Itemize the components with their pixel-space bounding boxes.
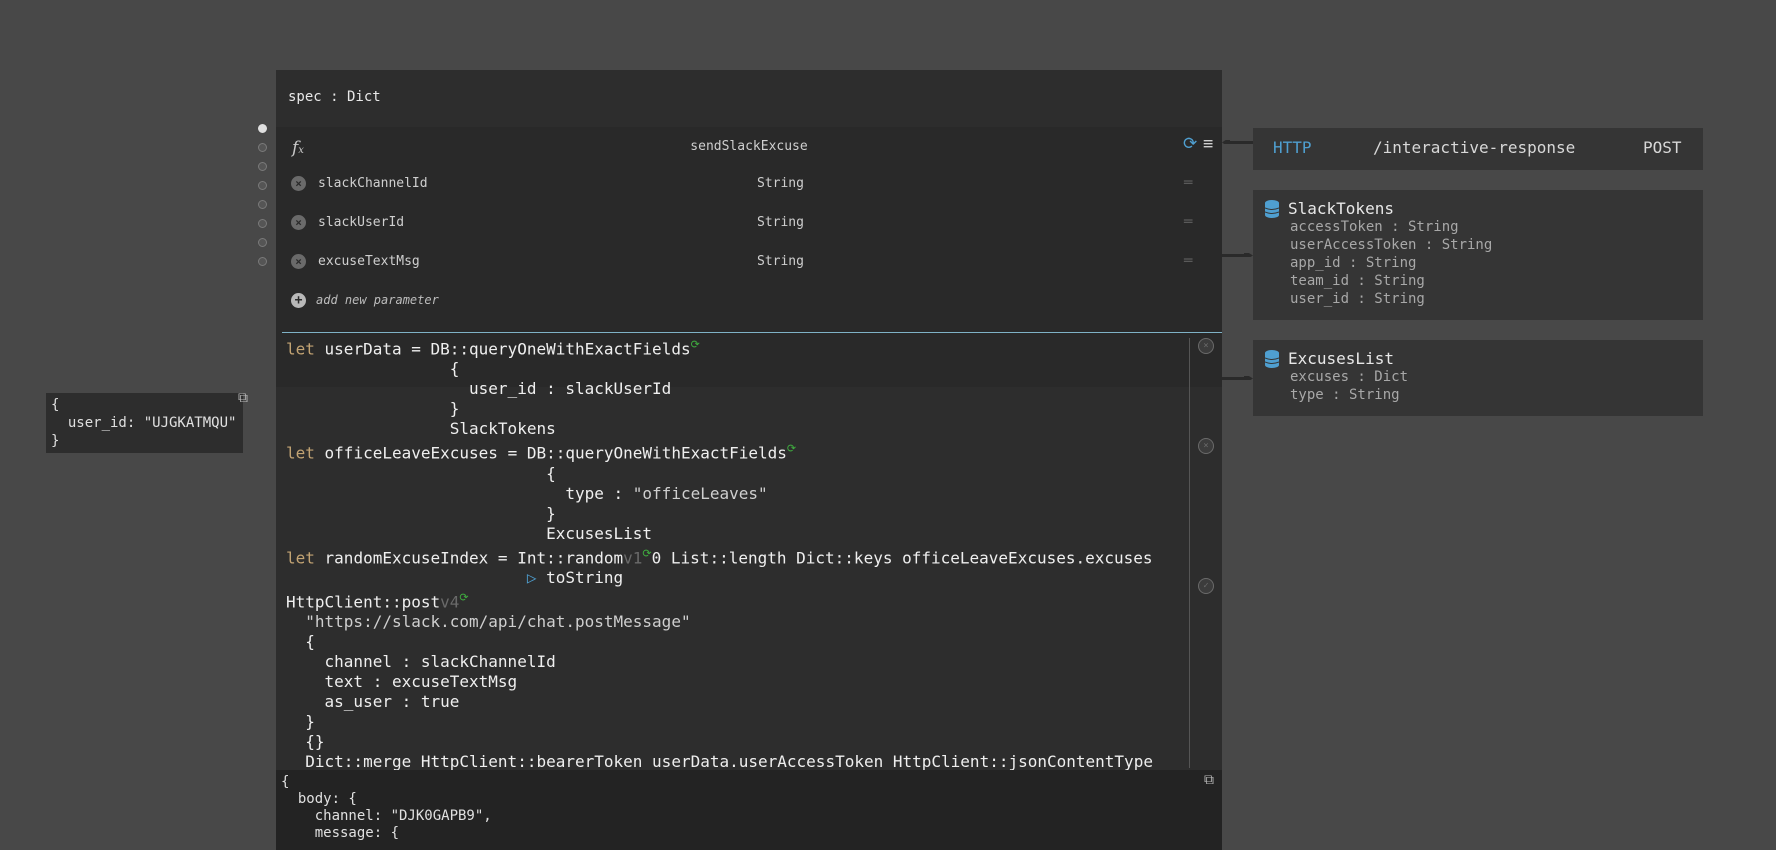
http-route: /interactive-response — [1373, 138, 1576, 157]
code-text: } — [286, 399, 460, 419]
param-row: × slackChannelId String ═ — [276, 170, 1222, 200]
check-circle-icon[interactable]: ✓ — [1198, 578, 1214, 594]
code-text: as_user : true — [286, 692, 460, 712]
refresh-icon[interactable]: ⟳ — [1183, 134, 1197, 154]
code-text: { — [286, 359, 460, 379]
refresh-icon[interactable]: ⟳ — [642, 547, 651, 560]
datastore-field: userAccessToken : String — [1290, 237, 1493, 253]
code-text: } — [286, 712, 315, 732]
datastore-field: excuses : Dict — [1290, 369, 1409, 385]
code-text: Dict::merge HttpClient::bearerToken user… — [286, 752, 1153, 772]
function-panel: spec : Dict fx sendSlackExcuse ⟳ ≡ × sla… — [276, 70, 1222, 850]
keyword: let — [286, 547, 315, 567]
keyword: let — [286, 443, 315, 463]
menu-icon[interactable]: ≡ — [1203, 134, 1213, 154]
spec-label: spec : Dict — [288, 89, 381, 105]
datastore-field: app_id : String — [1290, 255, 1417, 271]
copy-icon[interactable]: ⧉ — [1204, 772, 1214, 789]
datastore-excuseslist[interactable]: ExcusesList excuses : Dict type : String — [1253, 340, 1703, 416]
code-text: {} — [286, 732, 325, 752]
trace-dot-4[interactable] — [258, 181, 267, 190]
result-trace-box: { body: { channel: "DJK0GAPB9", message:… — [276, 770, 1222, 850]
database-icon — [1265, 200, 1279, 218]
trace-dot-8[interactable] — [258, 257, 267, 266]
refresh-icon[interactable]: ⟳ — [691, 338, 700, 351]
datastore-name: ExcusesList — [1288, 349, 1394, 368]
x-circle-icon[interactable]: × — [1198, 438, 1214, 454]
code-text: HttpClient::post — [286, 592, 441, 612]
remove-param-icon[interactable]: × — [291, 215, 306, 230]
keyword: let — [286, 339, 315, 359]
trace-dot-2[interactable] — [258, 143, 267, 152]
database-icon — [1265, 350, 1279, 368]
http-label: HTTP — [1273, 138, 1312, 157]
input-trace-value: { user_id: "UJGKATMQU" } — [51, 397, 237, 449]
param-name[interactable]: slackUserId — [318, 215, 404, 230]
datastore-name: SlackTokens — [1288, 199, 1394, 218]
code-text: 0 List::length Dict::keys officeLeaveExc… — [651, 547, 1153, 567]
arrow-right-icon — [1222, 376, 1253, 380]
string-literal: "https://slack.com/api/chat.postMessage" — [286, 612, 691, 632]
refresh-icon[interactable]: ⟳ — [787, 442, 796, 455]
code-text: officeLeaveExcuses = DB::queryOneWithExa… — [314, 443, 787, 463]
http-handler[interactable]: HTTP /interactive-response POST — [1253, 128, 1703, 170]
remove-param-icon[interactable]: × — [291, 176, 306, 191]
drag-handle-icon[interactable]: ═ — [1184, 175, 1192, 191]
copy-icon[interactable]: ⧉ — [238, 389, 248, 407]
param-row: × slackUserId String ═ — [276, 209, 1222, 239]
arrow-left-icon — [1222, 140, 1253, 144]
code-text: ExcusesList — [286, 523, 653, 543]
datastore-field: team_id : String — [1290, 273, 1425, 289]
trace-dot-5[interactable] — [258, 200, 267, 209]
code-text: user_id : slackUserId — [286, 379, 672, 399]
datastore-slacktokens[interactable]: SlackTokens accessToken : String userAcc… — [1253, 190, 1703, 320]
code-text: { — [286, 632, 315, 652]
code-text: text : excuseTextMsg — [286, 672, 518, 692]
arrow-right-icon — [1222, 253, 1253, 257]
code-text: randomExcuseIndex = Int::random — [314, 547, 624, 567]
add-icon[interactable]: + — [291, 293, 306, 308]
code-text: } — [286, 503, 556, 523]
version-label: v4 — [440, 592, 460, 612]
trace-dot-1[interactable] — [258, 124, 267, 133]
drag-handle-icon[interactable]: ═ — [1184, 253, 1192, 269]
remove-param-icon[interactable]: × — [291, 254, 306, 269]
trace-dot-3[interactable] — [258, 162, 267, 171]
code-text: userData = DB::queryOneWithExactFields — [314, 339, 691, 359]
http-verb: POST — [1643, 138, 1682, 157]
input-trace-box: { user_id: "UJGKATMQU" } ⧉ — [46, 390, 248, 453]
x-circle-icon[interactable]: × — [1198, 338, 1214, 354]
code-divider — [282, 332, 1222, 333]
version-label: v1 — [623, 547, 643, 567]
datastore-field: type : String — [1290, 387, 1400, 403]
trace-dot-7[interactable] — [258, 238, 267, 247]
add-param-row[interactable]: + add new parameter — [276, 288, 1222, 318]
code-text: type : — [286, 483, 633, 503]
param-row: × excuseTextMsg String ═ — [276, 248, 1222, 278]
param-name[interactable]: excuseTextMsg — [318, 254, 420, 269]
add-param-label[interactable]: add new parameter — [316, 293, 439, 307]
code-editor[interactable]: let userData = DB::queryOneWithExactFiel… — [286, 335, 1196, 771]
datastore-field: user_id : String — [1290, 291, 1425, 307]
drag-handle-icon[interactable]: ═ — [1184, 214, 1192, 230]
param-type[interactable]: String — [757, 176, 804, 191]
code-text: toString — [536, 567, 624, 587]
code-text: channel : slackChannelId — [286, 652, 556, 672]
spec-bar: spec : Dict — [276, 70, 1222, 127]
datastore-field: accessToken : String — [1290, 219, 1459, 235]
function-name[interactable]: sendSlackExcuse — [276, 139, 1222, 154]
param-type[interactable]: String — [757, 254, 804, 269]
param-type[interactable]: String — [757, 215, 804, 230]
trace-dot-6[interactable] — [258, 219, 267, 228]
code-text: SlackTokens — [286, 419, 556, 439]
result-value: { body: { channel: "DJK0GAPB9", message:… — [281, 774, 492, 841]
refresh-icon[interactable]: ⟳ — [459, 591, 468, 604]
code-text: { — [286, 463, 556, 483]
string-literal: "officeLeaves" — [632, 483, 768, 503]
param-name[interactable]: slackChannelId — [318, 176, 428, 191]
